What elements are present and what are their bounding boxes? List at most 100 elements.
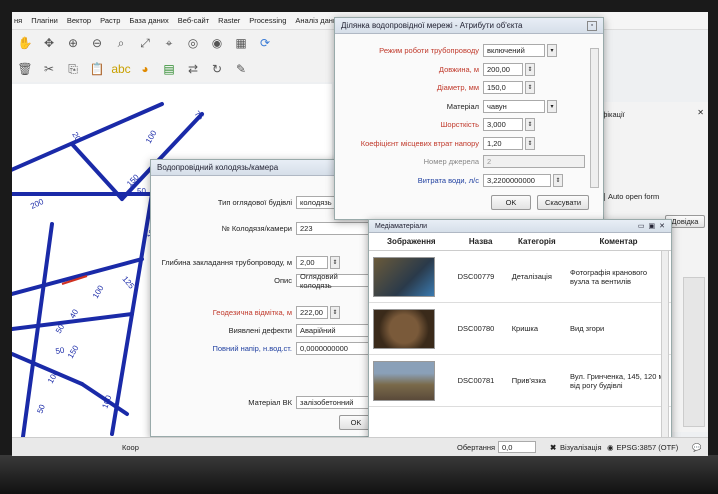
rotation-input[interactable]: 0,0 xyxy=(498,441,536,453)
well-field-label: Опис xyxy=(274,276,292,285)
spinner-icon[interactable]: ⇕ xyxy=(330,306,340,319)
menu-item[interactable]: ня xyxy=(14,16,22,25)
media-comment-cell: Вид згори xyxy=(566,302,671,355)
media-name-cell: DSC00779 xyxy=(453,250,508,303)
media-row[interactable]: DSC00779 Деталізація Фотографія кранового … xyxy=(369,250,671,303)
scrollbar[interactable] xyxy=(683,277,705,427)
delete-icon[interactable]: 🗑 xyxy=(16,60,34,78)
media-title: Медіаматеріали xyxy=(375,222,428,230)
attribute-label: Шорсткість xyxy=(440,120,479,129)
window-close-icon[interactable]: ✕ xyxy=(659,222,665,230)
maximize-icon[interactable]: ▣ xyxy=(649,222,656,230)
media-category-cell: Деталізація xyxy=(507,250,566,303)
well-field-value[interactable]: 222,00 xyxy=(296,306,328,319)
menu-item[interactable]: Растр xyxy=(100,16,120,25)
well-field-value[interactable]: залізобетонний xyxy=(296,396,371,409)
zoom-last-icon[interactable]: ◎ xyxy=(184,34,202,52)
tile-scale-icon[interactable]: ▦ xyxy=(232,34,250,52)
messages-icon[interactable]: 💬 xyxy=(692,443,701,452)
attribute-label: Номер джерела xyxy=(423,157,479,166)
label-icon[interactable]: abc xyxy=(111,60,130,78)
attribute-label: Режим роботи трубопроводу xyxy=(379,46,479,55)
photo-thumbnail[interactable] xyxy=(373,308,435,349)
menu-item[interactable]: База даних xyxy=(129,16,168,25)
render-close-icon[interactable]: ✖ xyxy=(550,443,556,452)
pipe-segment xyxy=(12,257,144,296)
media-row[interactable]: DSC00780 Кришка Вид згори xyxy=(369,302,671,355)
well-field-value[interactable]: 223 xyxy=(296,222,371,235)
zoom-in-icon[interactable]: ⊕ xyxy=(64,34,82,52)
pipe-length-label: 100 xyxy=(144,128,159,145)
well-field-value[interactable]: 0,0000000000 xyxy=(296,342,371,355)
media-column-header[interactable]: Назва xyxy=(453,233,508,251)
label-tool-icon[interactable]: ▤ xyxy=(160,60,178,78)
media-row[interactable]: DSC00781 Прив'язка Вул. Гринченка, 145, 12… xyxy=(369,354,671,407)
photo-thumbnail[interactable] xyxy=(373,256,435,297)
well-field-value[interactable]: Аварійний xyxy=(296,324,371,337)
pie-icon[interactable]: ◕ xyxy=(136,60,154,78)
attribute-value[interactable]: 150,0 xyxy=(483,81,523,94)
pan-to-selection-icon[interactable]: ✥ xyxy=(40,34,58,52)
media-dialog: Медіаматеріали ▭ ▣ ✕ Зображення Назва Кате… xyxy=(368,219,672,444)
attribute-scrollbar[interactable] xyxy=(590,48,599,188)
media-scrollbar[interactable] xyxy=(661,250,669,440)
chevron-down-icon[interactable]: ▾ xyxy=(547,99,557,113)
well-field-label: Тип оглядової будівлі xyxy=(217,198,292,207)
menu-item[interactable]: Плагіни xyxy=(31,16,58,25)
move-label-icon[interactable]: ⇄ xyxy=(184,60,202,78)
menu-item[interactable]: Raster xyxy=(218,16,240,25)
well-field-value[interactable]: 2,00 xyxy=(296,256,328,269)
attribute-cancel-button[interactable]: Скасувати xyxy=(537,195,589,210)
menu-item[interactable]: Вектор xyxy=(67,16,91,25)
dialog-maximize-icon[interactable]: ▫ xyxy=(587,20,597,31)
pan-icon[interactable]: ✋ xyxy=(16,34,34,52)
well-field-label: № Колодязя/камери xyxy=(221,224,292,233)
attribute-value[interactable]: 3,2200000000 xyxy=(483,173,551,187)
zoom-out-icon[interactable]: ⊖ xyxy=(88,34,106,52)
pipe-segment xyxy=(70,142,124,201)
change-label-icon[interactable]: ✎ xyxy=(232,60,250,78)
media-column-header[interactable]: Категорія xyxy=(507,233,566,251)
attribute-value[interactable]: 2 xyxy=(483,155,585,168)
media-category-cell: Прив'язка xyxy=(507,354,566,407)
close-icon[interactable]: ✕ xyxy=(697,108,704,117)
attribute-value[interactable]: 1,20 xyxy=(483,136,523,150)
zoom-native-icon[interactable]: ⌕ xyxy=(112,34,130,52)
globe-icon: ◉ xyxy=(607,442,614,452)
navigation-toolbar: ✋ ✥ ⊕ ⊖ ⌕ ⤢ ⌖ ◎ ◉ ▦ ⟳ xyxy=(12,30,342,56)
attribute-ok-button[interactable]: OK xyxy=(491,195,531,210)
menu-item[interactable]: Processing xyxy=(249,16,286,25)
attribute-dialog: Ділянка водопровідної мережі - Атрибути … xyxy=(334,17,604,220)
laptop-base xyxy=(0,455,718,494)
photo-thumbnail[interactable] xyxy=(373,360,435,401)
minimize-icon[interactable]: ▭ xyxy=(638,222,645,230)
refresh-icon[interactable]: ⟳ xyxy=(256,34,274,52)
spinner-icon[interactable]: ⇕ xyxy=(553,173,563,187)
attribute-value[interactable]: 3,000 xyxy=(483,118,523,131)
zoom-layer-icon[interactable]: ⌖ xyxy=(160,34,178,52)
spinner-icon[interactable]: ⇕ xyxy=(525,81,535,94)
chevron-down-icon[interactable]: ▾ xyxy=(547,44,557,57)
media-column-header[interactable]: Коментар xyxy=(566,233,671,251)
rotate-label-icon[interactable]: ↻ xyxy=(208,60,226,78)
spinner-icon[interactable]: ⇕ xyxy=(525,118,535,131)
menu-item[interactable]: Веб-сайт xyxy=(178,16,209,25)
spinner-icon[interactable]: ⇕ xyxy=(330,256,340,269)
zoom-full-icon[interactable]: ⤢ xyxy=(136,34,154,52)
well-field-row: № Колодязя/камери 223 xyxy=(151,222,371,235)
well-field-label: Геодезична відмітка, м xyxy=(212,308,292,317)
paste-icon[interactable]: 📋 xyxy=(88,60,106,78)
zoom-next-icon[interactable]: ◉ xyxy=(208,34,226,52)
render-label: Візуалізація xyxy=(560,442,602,452)
crs-button[interactable]: ◉ EPSG:3857 (OTF) xyxy=(607,443,678,452)
cut-icon[interactable]: ✂ xyxy=(40,60,58,78)
spinner-icon[interactable]: ⇕ xyxy=(525,62,535,76)
attribute-value[interactable]: включений xyxy=(483,44,545,57)
crs-label: EPSG:3857 (OTF) xyxy=(616,442,679,452)
attribute-value[interactable]: 200,00 xyxy=(483,62,523,76)
attribute-value[interactable]: чавун xyxy=(483,99,545,113)
well-field-value[interactable]: Оглядовий колодязь xyxy=(296,272,371,290)
media-column-header[interactable]: Зображення xyxy=(369,233,454,251)
spinner-icon[interactable]: ⇕ xyxy=(525,136,535,150)
copy-icon[interactable]: ⎘ xyxy=(64,60,82,78)
